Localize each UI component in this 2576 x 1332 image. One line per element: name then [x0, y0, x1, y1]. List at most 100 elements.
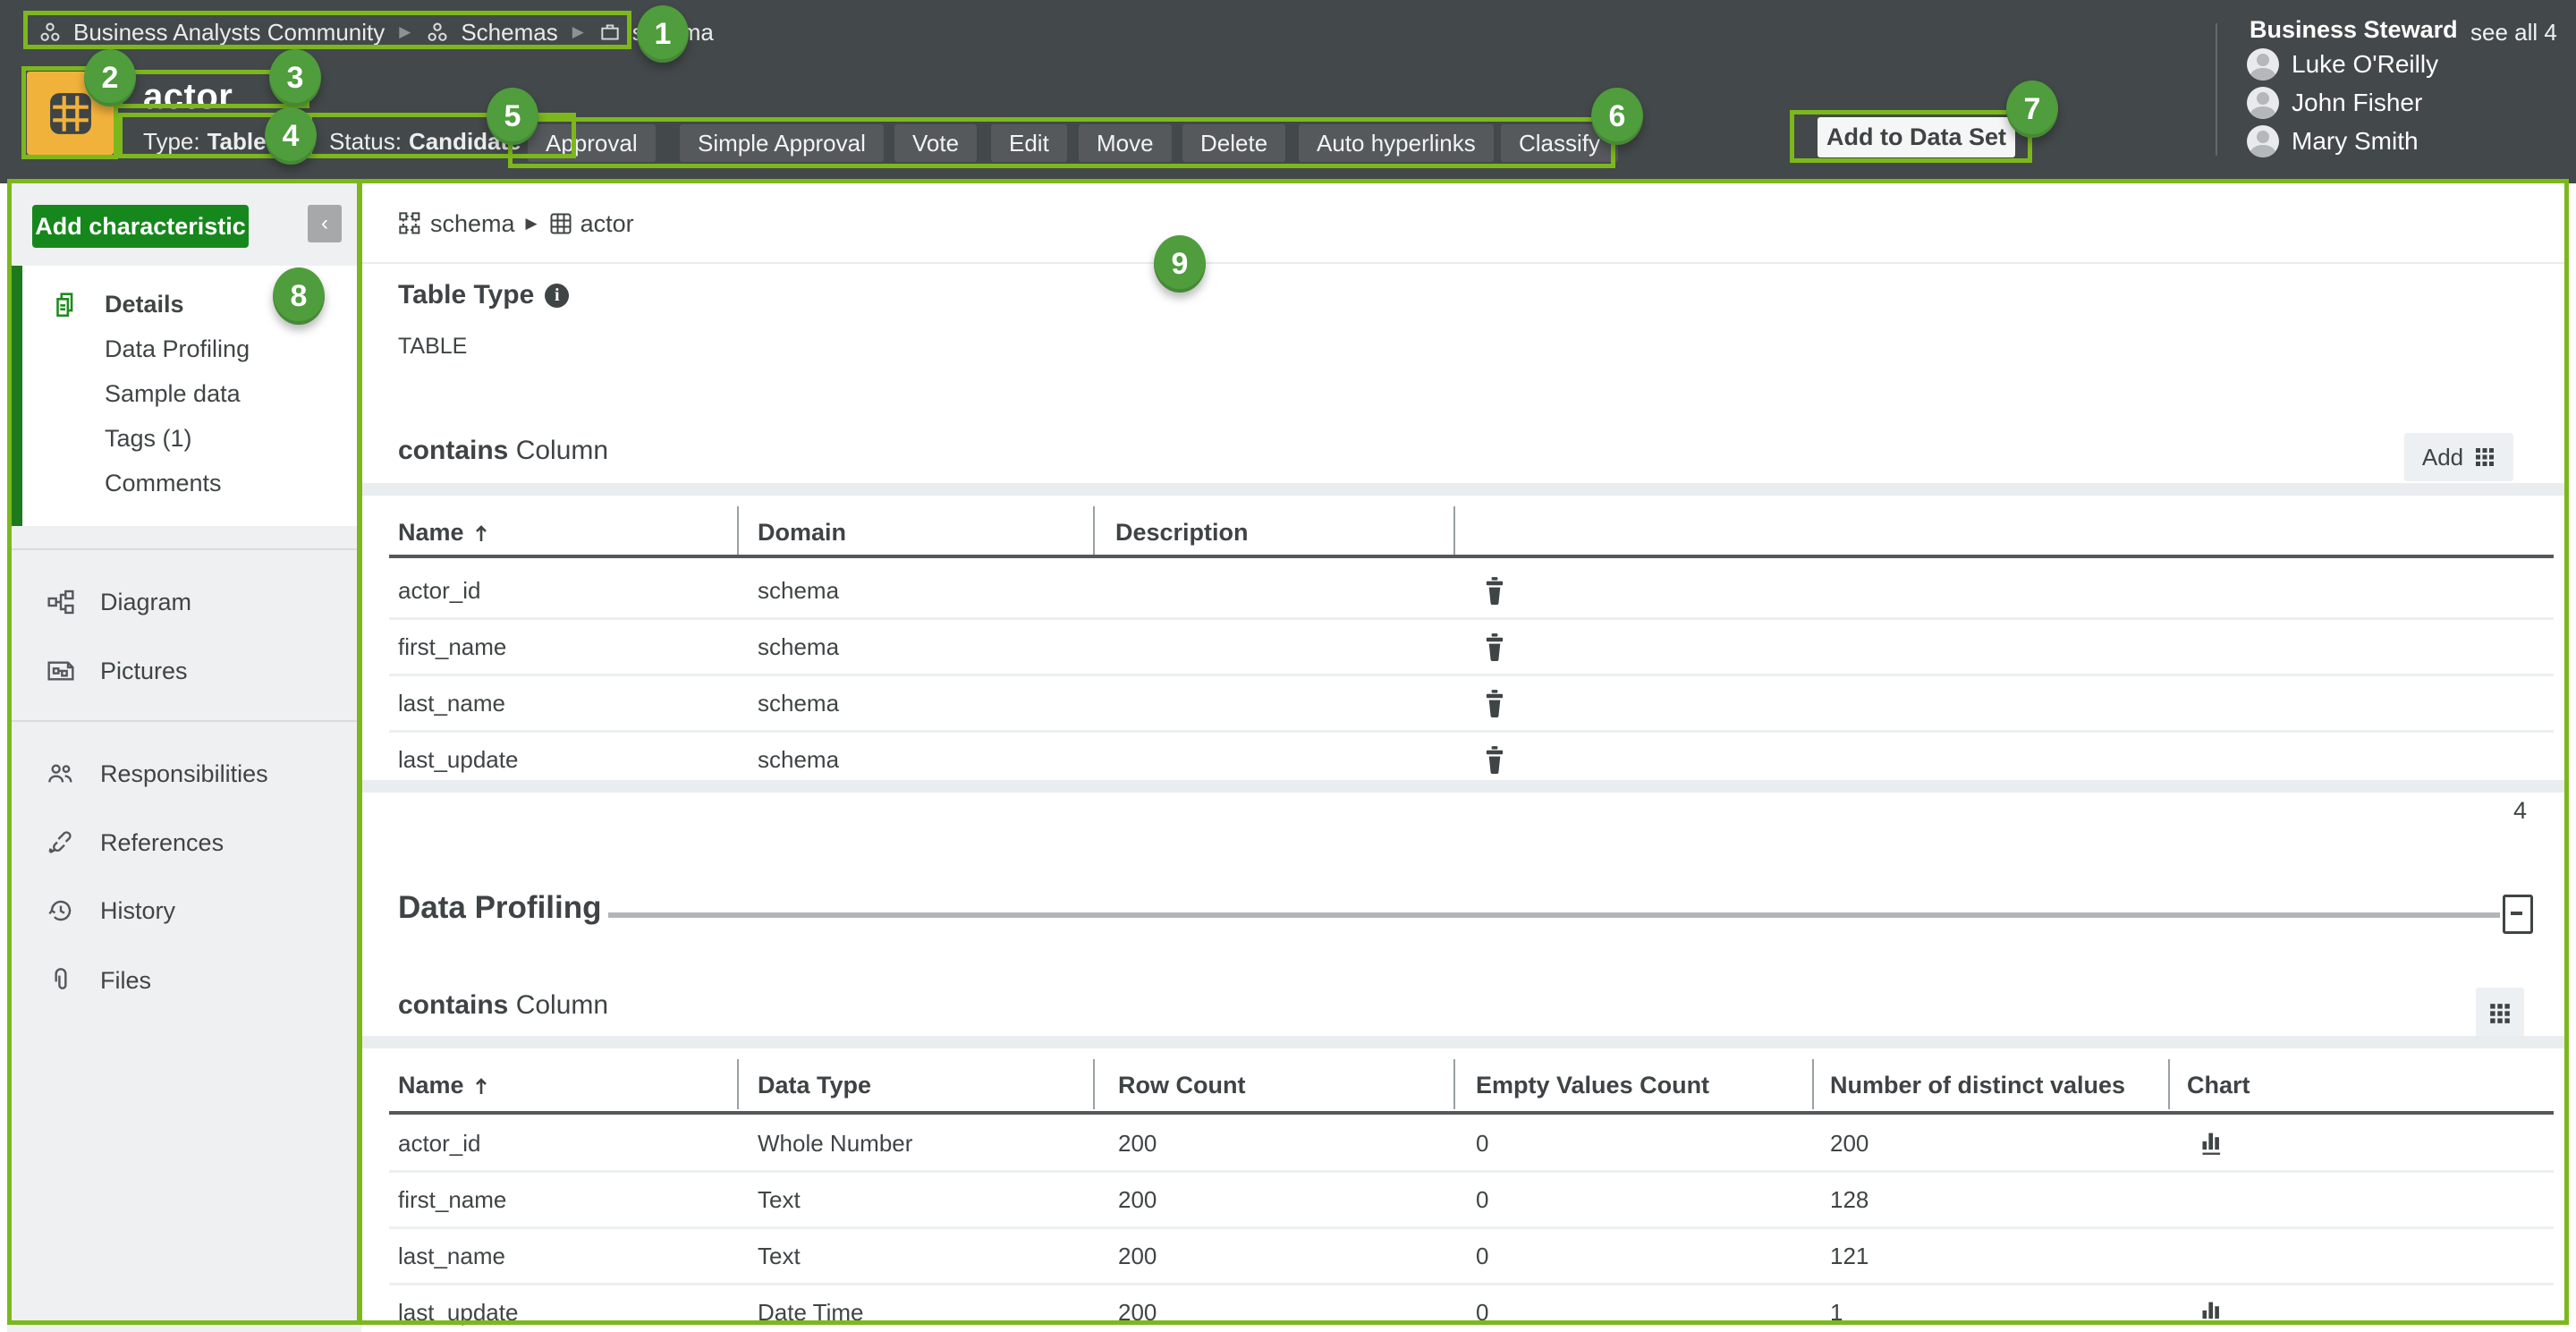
cell-name[interactable]: actor_id — [398, 1130, 481, 1158]
breadcrumb-schema[interactable]: schema — [430, 210, 515, 238]
breadcrumb-item-community[interactable]: Business Analysts Community — [73, 19, 385, 47]
steward-user[interactable]: Luke O'Reilly — [2247, 47, 2438, 82]
sidebar-divider — [12, 720, 361, 722]
sidebar-item-data-profiling[interactable]: Data Profiling — [12, 328, 360, 369]
trash-icon[interactable] — [1482, 632, 1507, 661]
callout-badge-8: 8 — [273, 267, 325, 325]
cell-name[interactable]: last_name — [398, 690, 505, 717]
cell-domain[interactable]: schema — [758, 690, 839, 717]
steward-user[interactable]: Mary Smith — [2247, 123, 2419, 159]
table2-header-empty-values[interactable]: Empty Values Count — [1476, 1072, 1709, 1099]
cell-row-count: 200 — [1118, 1299, 1157, 1327]
cell-data-type: Whole Number — [758, 1130, 912, 1158]
vote-button[interactable]: Vote — [894, 124, 977, 162]
sidebar-item-diagram[interactable]: Diagram — [7, 581, 356, 623]
table-row: last_update Date Time 200 0 1 — [362, 1285, 2564, 1332]
table-settings-button[interactable] — [2476, 988, 2524, 1039]
cell-name[interactable]: actor_id — [398, 577, 481, 605]
breadcrumb-actor[interactable]: actor — [580, 210, 634, 238]
chevron-right-icon: ▶ — [569, 23, 588, 41]
cell-name[interactable]: last_update — [398, 1299, 518, 1327]
avatar — [2247, 48, 2279, 81]
table-type-value: TABLE — [398, 334, 467, 360]
cell-data-type: Text — [758, 1243, 801, 1270]
add-to-data-set-button[interactable]: Add to Data Set — [1818, 117, 2015, 157]
table2-header-name[interactable]: Name — [398, 1072, 489, 1099]
simple-approval-button[interactable]: Simple Approval — [680, 124, 884, 162]
table1-header-name[interactable]: Name — [398, 519, 489, 547]
sidebar-item-references[interactable]: References — [7, 822, 356, 863]
trash-icon[interactable] — [1482, 689, 1507, 717]
sidebar-item-tags[interactable]: Tags (1) — [12, 418, 360, 459]
cell-data-type: Text — [758, 1186, 801, 1214]
cell-row-count: 200 — [1118, 1243, 1157, 1270]
cell-name[interactable]: last_update — [398, 746, 518, 774]
delete-button[interactable]: Delete — [1182, 124, 1285, 162]
community-icon — [38, 20, 63, 45]
table-row: actor_id Whole Number 200 0 200 — [362, 1116, 2564, 1170]
table-row: first_name Text 200 0 128 — [362, 1173, 2564, 1226]
move-button[interactable]: Move — [1079, 124, 1172, 162]
top-bar: Business Analysts Community ▶ Schemas ▶ … — [0, 0, 2576, 183]
steward-user[interactable]: John Fisher — [2247, 85, 2422, 121]
row-count: 4 — [2482, 797, 2527, 825]
sidebar-divider — [12, 548, 361, 550]
community-icon — [425, 20, 450, 45]
sidebar-item-history[interactable]: History — [7, 890, 356, 931]
cell-domain[interactable]: schema — [758, 746, 839, 774]
trash-icon[interactable] — [1482, 576, 1507, 605]
table2-header: Name Data Type Row Count Empty Values Co… — [362, 1059, 2564, 1109]
bar-chart-icon[interactable] — [2200, 1298, 2225, 1325]
sidebar-item-responsibilities[interactable]: Responsibilities — [7, 753, 356, 794]
approval-button[interactable]: Approval — [528, 124, 656, 162]
sidebar-collapse-button[interactable]: ‹ — [308, 205, 342, 242]
table-row: actor_id schema — [362, 564, 2564, 617]
sidebar-item-comments[interactable]: Comments — [12, 462, 360, 504]
document-pages-icon — [47, 289, 83, 319]
bar-chart-icon[interactable] — [2200, 1129, 2225, 1156]
table2-header-row-count[interactable]: Row Count — [1118, 1072, 1245, 1099]
info-icon[interactable]: i — [545, 284, 569, 308]
sidebar-item-pictures[interactable]: Pictures — [7, 650, 356, 691]
add-characteristic-button[interactable]: Add characteristic — [32, 205, 249, 248]
cell-name[interactable]: first_name — [398, 633, 506, 661]
table-toolbar-strip — [362, 1036, 2564, 1048]
table1-header-description[interactable]: Description — [1115, 519, 1249, 547]
main-content: schema ▶ actor Table Type i TABLE contai… — [362, 183, 2569, 1332]
breadcrumb: Business Analysts Community ▶ Schemas ▶ … — [38, 17, 714, 47]
collapse-section-icon[interactable] — [2503, 895, 2533, 934]
callout-badge-2: 2 — [84, 49, 136, 106]
breadcrumb-item-schemas[interactable]: Schemas — [461, 19, 557, 47]
chevron-right-icon: ▶ — [395, 23, 414, 41]
table2-header-chart[interactable]: Chart — [2187, 1072, 2250, 1099]
table2-header-data-type[interactable]: Data Type — [758, 1072, 871, 1099]
cell-row-count: 200 — [1118, 1130, 1157, 1158]
cell-name[interactable]: last_name — [398, 1243, 505, 1270]
auto-hyperlinks-button[interactable]: Auto hyperlinks — [1299, 124, 1494, 162]
asset-type: Type:Table — [143, 125, 267, 157]
table1-header: Name Domain Description — [362, 506, 2564, 556]
trash-icon[interactable] — [1482, 745, 1507, 774]
add-column-button[interactable]: Add — [2404, 433, 2513, 481]
asset-box-icon — [598, 21, 622, 44]
grid-dots-icon — [2474, 446, 2496, 468]
table-row: last_update schema — [362, 733, 2564, 786]
see-all-link[interactable]: see all 4 — [2470, 19, 2557, 47]
table1-header-domain[interactable]: Domain — [758, 519, 846, 547]
cell-empty-values: 0 — [1476, 1299, 1488, 1327]
cell-domain[interactable]: schema — [758, 633, 839, 661]
table2-header-distinct[interactable]: Number of distinct values — [1830, 1072, 2125, 1099]
callout-badge-6: 6 — [1591, 88, 1643, 145]
sort-asc-icon — [473, 522, 489, 544]
cell-empty-values: 0 — [1476, 1243, 1488, 1270]
sidebar-item-sample-data[interactable]: Sample data — [12, 373, 360, 414]
edit-button[interactable]: Edit — [991, 124, 1067, 162]
page-title: actor — [143, 77, 233, 117]
cell-name[interactable]: first_name — [398, 1186, 506, 1214]
table-row: last_name schema — [362, 676, 2564, 730]
table2-header-border — [389, 1111, 2554, 1115]
cell-domain[interactable]: schema — [758, 577, 839, 605]
callout-badge-4: 4 — [265, 107, 317, 165]
sidebar-item-files[interactable]: Files — [7, 960, 356, 1001]
contains-column-heading: contains Column — [398, 990, 608, 1021]
